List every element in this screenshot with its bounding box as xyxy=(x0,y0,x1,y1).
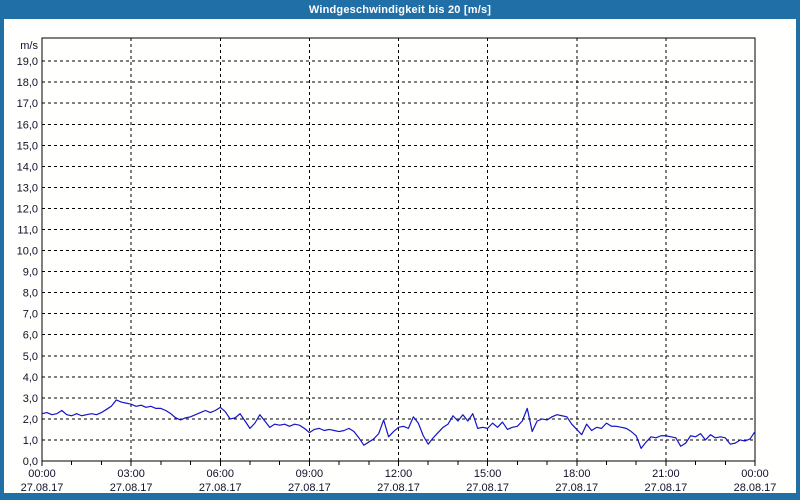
y-tick-label: 5,0 xyxy=(23,351,38,363)
x-tick-date: 27.08.17 xyxy=(110,482,153,493)
y-tick-label: 8,0 xyxy=(23,288,38,300)
chart-area: 0,0 1,0 2,0 3,0 4,0 5,0 6,0 7,0 8,0 9,0 10,0 11,0 12… xyxy=(4,19,796,493)
y-tick-label: 0,0 xyxy=(23,456,38,468)
y-tick-label: 18,0 xyxy=(17,77,38,89)
y-tick-label: 3,0 xyxy=(23,393,38,405)
x-tick-date: 28.08.17 xyxy=(734,482,777,493)
x-tick-date: 27.08.17 xyxy=(555,482,598,493)
x-tick-date: 27.08.17 xyxy=(21,482,64,493)
y-tick-label: 17,0 xyxy=(17,98,38,110)
y-tick-label: 1,0 xyxy=(23,435,38,447)
y-tick-label: 9,0 xyxy=(23,267,38,279)
x-tick-date: 27.08.17 xyxy=(288,482,331,493)
y-tick-label: 10,0 xyxy=(17,246,38,258)
y-tick-label: 19,0 xyxy=(17,56,38,68)
x-axis-labels: 00:00 27.08.17 03:00 27.08.17 06:00 27.08.17 0… xyxy=(21,468,777,493)
y-tick-label: 13,0 xyxy=(17,182,38,194)
y-tick-label: 16,0 xyxy=(17,119,38,131)
chart-title: Windgeschwindigkeit bis 20 [m/s] xyxy=(308,3,492,16)
x-axis-ticks xyxy=(41,461,756,466)
x-tick-time: 21:00 xyxy=(652,468,680,480)
chart-window: Windgeschwindigkeit bis 20 [m/s] 0,0 1,0 2… xyxy=(0,0,800,500)
x-tick-time: 09:00 xyxy=(296,468,324,480)
x-tick-time: 03:00 xyxy=(117,468,145,480)
chart-titlebar: Windgeschwindigkeit bis 20 [m/s] xyxy=(0,0,800,19)
wind-speed-chart: 0,0 1,0 2,0 3,0 4,0 5,0 6,0 7,0 8,0 9,0 10,0 11,0 12… xyxy=(17,37,777,493)
x-tick-time: 00:00 xyxy=(741,468,769,480)
y-tick-label: 11,0 xyxy=(17,225,38,237)
x-tick-time: 06:00 xyxy=(206,468,234,480)
x-tick-time: 00:00 xyxy=(28,468,56,480)
x-tick-time: 15:00 xyxy=(474,468,502,480)
x-tick-date: 27.08.17 xyxy=(644,482,687,493)
x-tick-time: 12:00 xyxy=(385,468,413,480)
x-tick-date: 27.08.17 xyxy=(377,482,420,493)
y-tick-label: 7,0 xyxy=(23,309,38,321)
x-tick-time: 18:00 xyxy=(563,468,591,480)
y-tick-label: 2,0 xyxy=(23,414,38,426)
x-tick-date: 27.08.17 xyxy=(199,482,242,493)
y-unit-label: m/s xyxy=(20,40,38,52)
y-axis-labels: 0,0 1,0 2,0 3,0 4,0 5,0 6,0 7,0 8,0 9,0 10,0 11,0 12… xyxy=(17,40,39,468)
x-tick-date: 27.08.17 xyxy=(466,482,509,493)
y-tick-label: 14,0 xyxy=(17,161,38,173)
y-tick-label: 12,0 xyxy=(17,203,38,215)
y-tick-label: 15,0 xyxy=(17,140,38,152)
y-tick-label: 6,0 xyxy=(23,330,38,342)
y-tick-label: 4,0 xyxy=(23,372,38,384)
